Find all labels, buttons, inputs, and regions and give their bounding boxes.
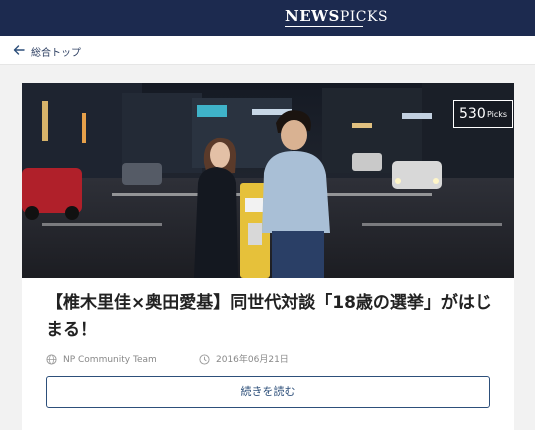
article-title[interactable]: 【椎木里佳×奥田愛基】同世代対談「18歳の選挙」がはじまる！ [46, 290, 498, 344]
arrow-left-icon[interactable] [12, 43, 26, 57]
article-hero-image[interactable] [22, 83, 514, 278]
top-header: NEWSPICKS [0, 0, 535, 36]
picks-count: 530 [459, 106, 486, 122]
article-date: 2016年06月21日 [216, 355, 289, 365]
read-more-button[interactable]: 続きを読む [46, 376, 490, 408]
globe-icon [46, 354, 57, 365]
logo-part-picks: PICKS [339, 9, 389, 25]
picks-unit-label: Picks [487, 110, 508, 119]
logo-part-news: NEWS [285, 7, 340, 25]
sub-navigation: 総合トップ [0, 36, 535, 65]
back-to-top-link[interactable]: 総合トップ [31, 44, 81, 59]
article-author[interactable]: NP Community Team [63, 353, 157, 367]
clock-icon [199, 354, 210, 365]
logo-underline [285, 26, 363, 27]
newspicks-logo[interactable]: NEWSPICKS [285, 7, 388, 27]
picks-count-badge[interactable]: 530 Picks [453, 100, 513, 128]
article-card: 530 Picks 【椎木里佳×奥田愛基】同世代対談「18歳の選挙」がはじまる！… [22, 83, 514, 430]
